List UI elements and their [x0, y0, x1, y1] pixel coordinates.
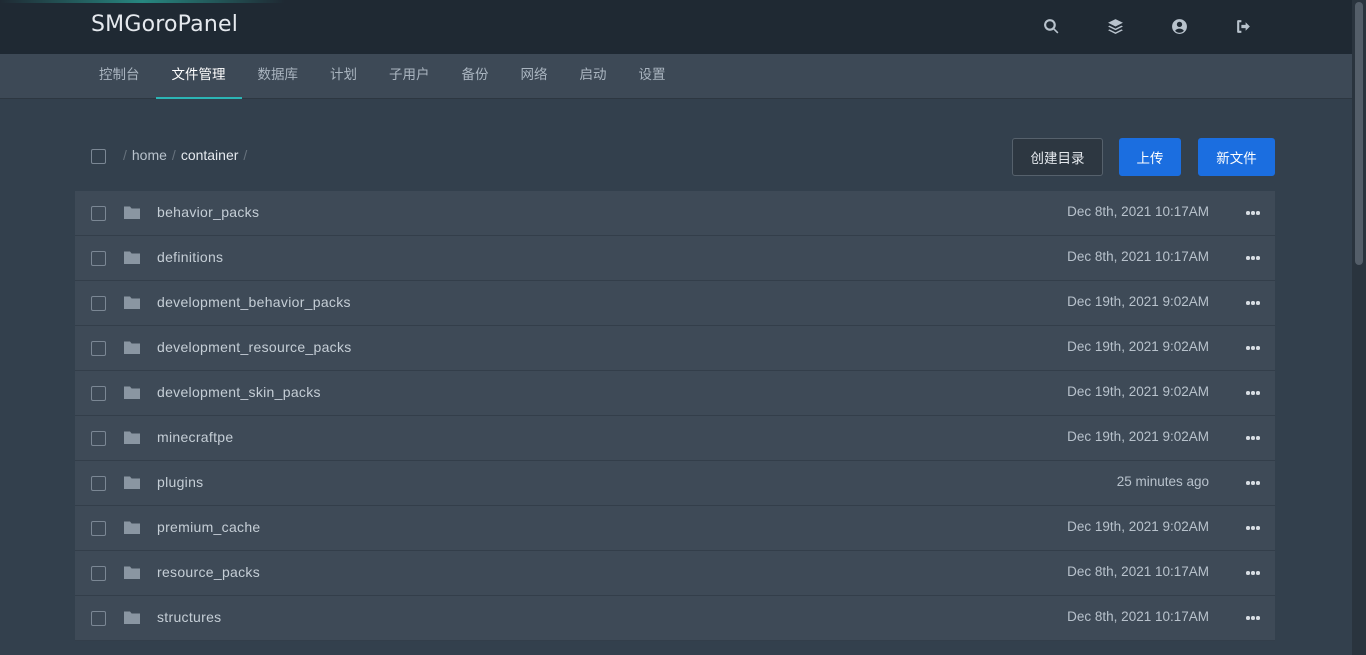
file-name[interactable]: resource_packs [157, 564, 260, 580]
file-modified-date: Dec 19th, 2021 9:02AM [1067, 519, 1209, 534]
user-circle-icon[interactable] [1168, 15, 1190, 37]
file-name[interactable]: definitions [157, 249, 223, 265]
file-modified-date: Dec 8th, 2021 10:17AM [1067, 249, 1209, 264]
breadcrumb-separator: / [171, 147, 176, 163]
nav-tab[interactable]: 启动 [564, 54, 623, 99]
nav-tab[interactable]: 文件管理 [155, 54, 242, 99]
row-checkbox[interactable] [91, 296, 106, 311]
file-modified-date: Dec 19th, 2021 9:02AM [1067, 384, 1209, 399]
page-scrollbar[interactable] [1352, 0, 1366, 655]
scrollbar-thumb[interactable] [1355, 2, 1363, 265]
sign-out-icon[interactable] [1232, 15, 1254, 37]
more-options-icon[interactable] [1243, 383, 1263, 403]
folder-icon [123, 430, 141, 445]
file-row[interactable]: development_resource_packs Dec 19th, 2021… [75, 326, 1275, 371]
row-checkbox[interactable] [91, 386, 106, 401]
tab-bar: 控制台 文件管理 数据库 计划 子用户 备份 网络 启动 设置 [83, 54, 682, 99]
file-row[interactable]: definitions Dec 8th, 2021 10:17AM [75, 236, 1275, 281]
new-file-button[interactable]: 新文件 [1198, 138, 1275, 176]
file-row[interactable]: development_skin_packs Dec 19th, 2021 9:0… [75, 371, 1275, 416]
create-directory-button[interactable]: 创建目录 [1012, 138, 1103, 176]
row-checkbox[interactable] [91, 251, 106, 266]
more-options-icon[interactable] [1243, 248, 1263, 268]
row-checkbox[interactable] [91, 521, 106, 536]
folder-icon [123, 295, 141, 310]
file-row[interactable]: premium_cache Dec 19th, 2021 9:02AM [75, 506, 1275, 551]
layers-icon[interactable] [1104, 15, 1126, 37]
folder-icon [123, 340, 141, 355]
more-options-icon[interactable] [1243, 203, 1263, 223]
file-name[interactable]: structures [157, 609, 221, 625]
breadcrumb-separator: / [123, 147, 127, 163]
search-icon[interactable] [1040, 15, 1062, 37]
file-name[interactable]: minecraftpe [157, 429, 233, 445]
app-title[interactable]: SMGoroPanel [91, 12, 238, 37]
loading-glow [0, 0, 285, 3]
file-row[interactable]: resource_packs Dec 8th, 2021 10:17AM [75, 551, 1275, 596]
nav-tab[interactable]: 计划 [314, 54, 373, 99]
folder-icon [123, 205, 141, 220]
file-modified-date: Dec 8th, 2021 10:17AM [1067, 609, 1209, 624]
nav-tab[interactable]: 设置 [623, 54, 682, 99]
file-row[interactable]: development_behavior_packs Dec 19th, 2021… [75, 281, 1275, 326]
file-row[interactable]: behavior_packs Dec 8th, 2021 10:17AM [75, 191, 1275, 236]
more-options-icon[interactable] [1243, 563, 1263, 583]
folder-icon [123, 565, 141, 580]
row-checkbox[interactable] [91, 206, 106, 221]
breadcrumb-item-container: container [180, 147, 239, 163]
file-modified-date: Dec 8th, 2021 10:17AM [1067, 204, 1209, 219]
file-row[interactable]: structures Dec 8th, 2021 10:17AM [75, 596, 1275, 641]
file-name[interactable]: plugins [157, 474, 203, 490]
top-bar: SMGoroPanel [0, 0, 1352, 54]
file-modified-date: Dec 8th, 2021 10:17AM [1067, 564, 1209, 579]
file-name[interactable]: development_skin_packs [157, 384, 321, 400]
file-name[interactable]: premium_cache [157, 519, 261, 535]
upload-button[interactable]: 上传 [1119, 138, 1181, 176]
folder-icon [123, 250, 141, 265]
more-options-icon[interactable] [1243, 608, 1263, 628]
file-modified-date: 25 minutes ago [1116, 474, 1209, 489]
breadcrumb-separator: / [243, 147, 248, 163]
file-modified-date: Dec 19th, 2021 9:02AM [1067, 294, 1209, 309]
more-options-icon[interactable] [1243, 293, 1263, 313]
file-modified-date: Dec 19th, 2021 9:02AM [1067, 339, 1209, 354]
sub-navigation: 控制台 文件管理 数据库 计划 子用户 备份 网络 启动 设置 [0, 54, 1352, 99]
folder-icon [123, 385, 141, 400]
file-list: behavior_packs Dec 8th, 2021 10:17AM defin… [75, 191, 1275, 641]
nav-tab[interactable]: 子用户 [373, 54, 446, 99]
file-name[interactable]: behavior_packs [157, 204, 259, 220]
more-options-icon[interactable] [1243, 428, 1263, 448]
folder-icon [123, 475, 141, 490]
select-all-checkbox[interactable] [91, 149, 106, 164]
row-checkbox[interactable] [91, 566, 106, 581]
row-checkbox[interactable] [91, 431, 106, 446]
file-row[interactable]: minecraftpe Dec 19th, 2021 9:02AM [75, 416, 1275, 461]
nav-tab[interactable]: 数据库 [242, 54, 315, 99]
folder-icon [123, 520, 141, 535]
more-options-icon[interactable] [1243, 473, 1263, 493]
file-row[interactable]: plugins 25 minutes ago [75, 461, 1275, 506]
row-checkbox[interactable] [91, 476, 106, 491]
file-modified-date: Dec 19th, 2021 9:02AM [1067, 429, 1209, 444]
breadcrumb: / home / container / [123, 147, 252, 163]
nav-tab[interactable]: 网络 [505, 54, 564, 99]
folder-icon [123, 610, 141, 625]
file-name[interactable]: development_resource_packs [157, 339, 352, 355]
nav-tab[interactable]: 备份 [446, 54, 505, 99]
nav-tab[interactable]: 控制台 [83, 54, 156, 99]
more-options-icon[interactable] [1243, 518, 1263, 538]
more-options-icon[interactable] [1243, 338, 1263, 358]
file-name[interactable]: development_behavior_packs [157, 294, 351, 310]
top-icon-group [1040, 15, 1296, 37]
row-checkbox[interactable] [91, 611, 106, 626]
breadcrumb-item-home[interactable]: home [132, 147, 167, 163]
file-toolbar: / home / container / 创建目录 上传 新文件 [75, 138, 1275, 176]
row-checkbox[interactable] [91, 341, 106, 356]
